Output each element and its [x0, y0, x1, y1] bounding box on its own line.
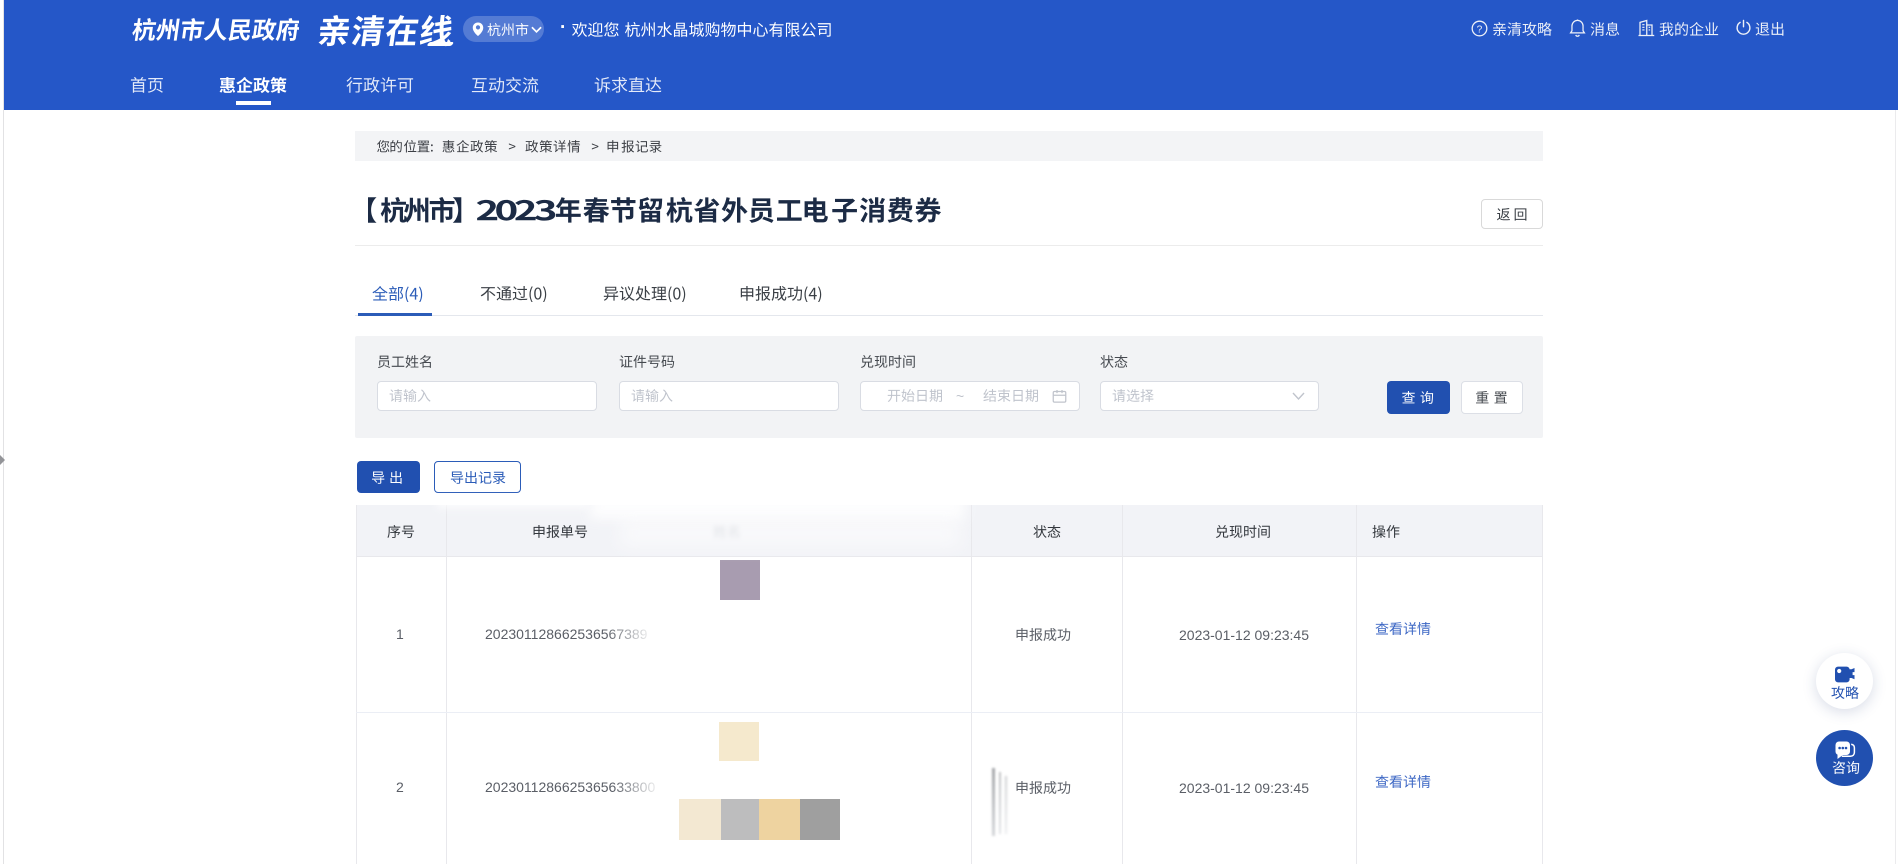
svg-text:?: ? — [1477, 24, 1483, 35]
